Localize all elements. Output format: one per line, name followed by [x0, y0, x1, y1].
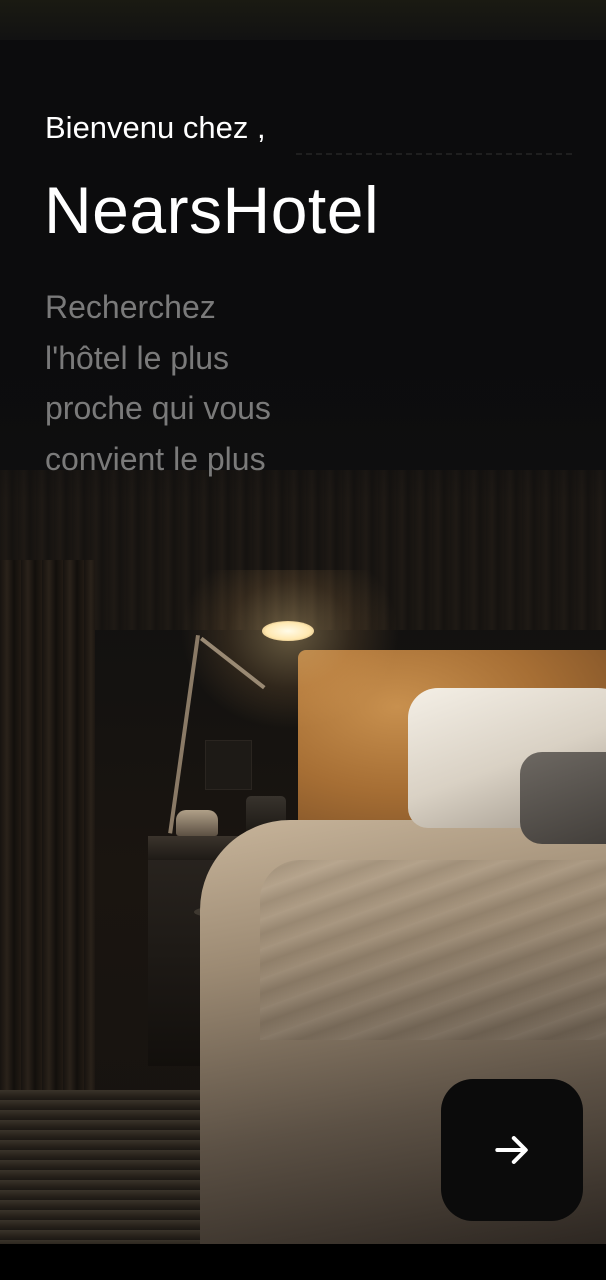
welcome-screen: Bienvenu chez , NearsHotel Recherchez l'…: [0, 0, 606, 1244]
tagline-line: proche qui vous: [45, 390, 271, 426]
tagline-line: Recherchez: [45, 289, 216, 325]
tagline-line: l'hôtel le plus: [45, 339, 229, 376]
app-title: NearsHotel: [44, 173, 380, 247]
status-bar: [0, 0, 606, 40]
tagline-line: convient le plus: [45, 440, 266, 477]
tagline: Recherchez l'hôtel le plus proche qui vo…: [45, 282, 345, 484]
divider: [296, 153, 572, 155]
welcome-greeting: Bienvenu chez ,: [45, 110, 266, 145]
arrow-right-icon: [495, 1136, 528, 1164]
navigation-bar: [0, 1244, 606, 1280]
next-button[interactable]: [441, 1079, 583, 1221]
